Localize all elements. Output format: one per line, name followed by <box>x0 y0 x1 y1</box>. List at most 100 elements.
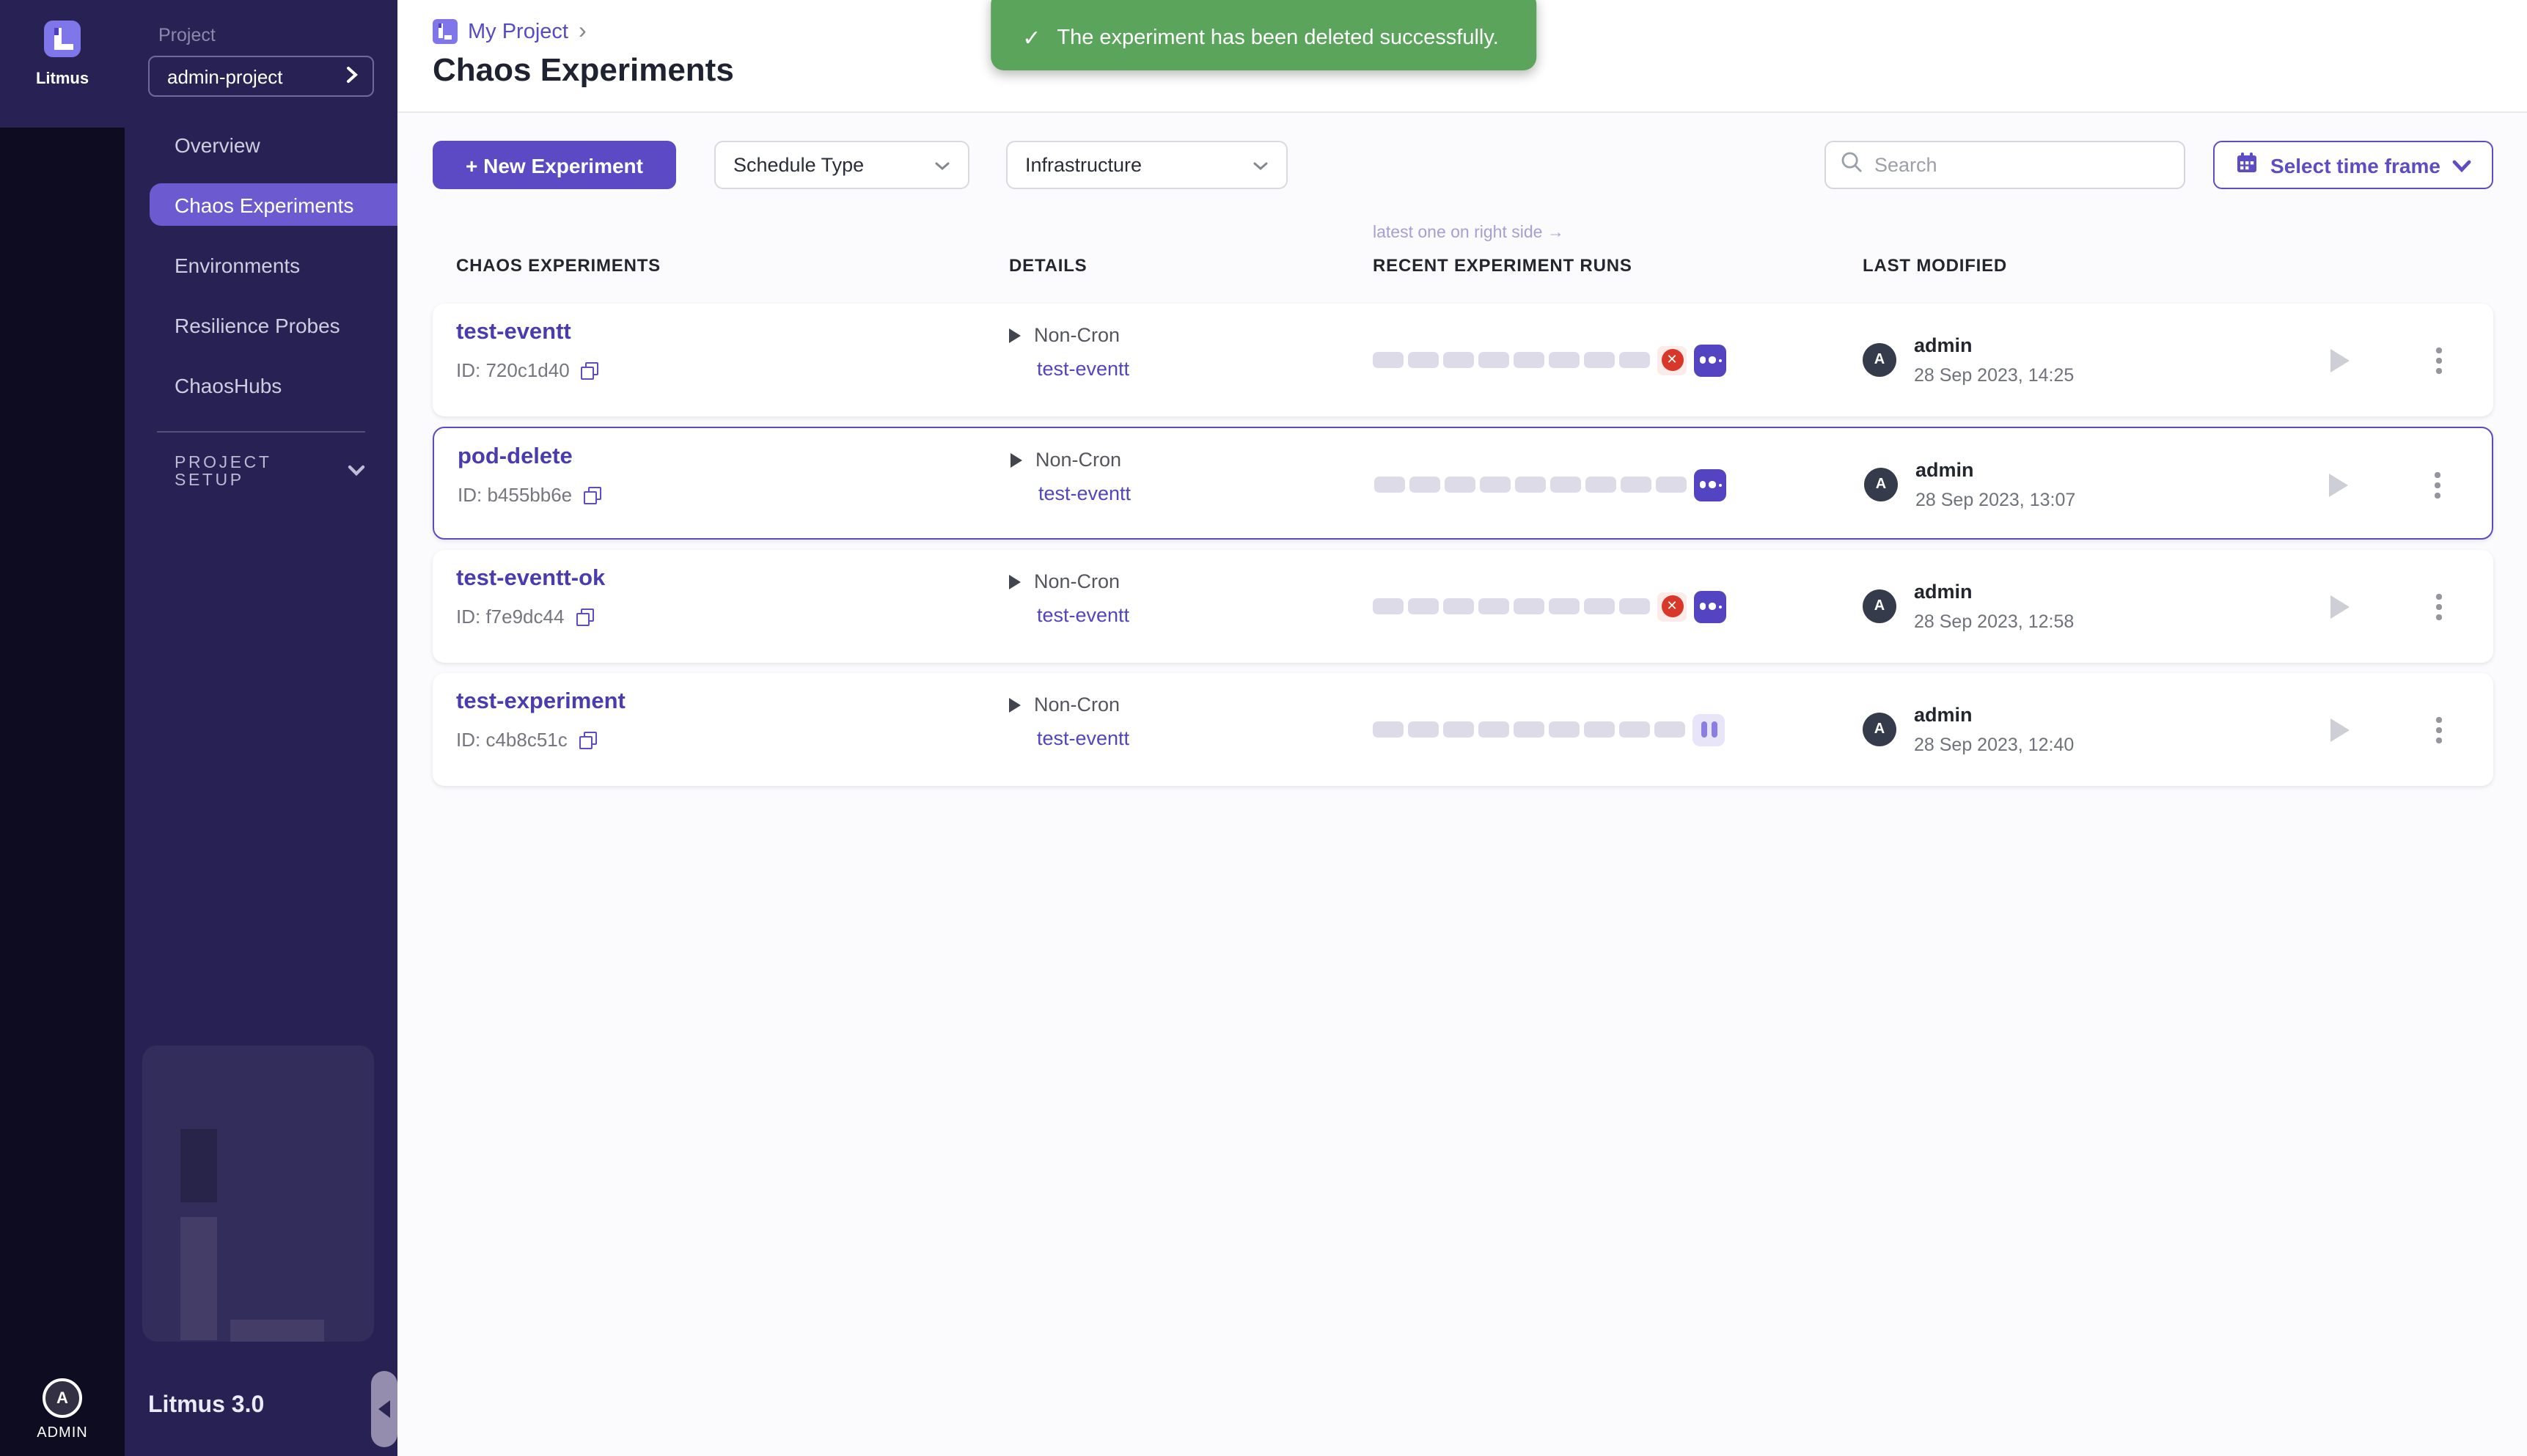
infrastructure-link[interactable]: test-eventt <box>1037 727 1129 749</box>
toast-message: The experiment has been deleted successf… <box>1057 26 1498 50</box>
sidebar-nav: Overview Chaos Experiments EnvironmentsRes… <box>125 114 397 415</box>
play-icon <box>1011 452 1022 467</box>
run-experiment-button[interactable] <box>2330 349 2350 372</box>
play-icon <box>1009 697 1021 712</box>
sidebar-item-overview[interactable]: Overview <box>125 114 397 174</box>
sidebar-item-chaos-experiments[interactable]: Chaos Experiments <box>150 183 397 226</box>
experiment-name-link[interactable]: test-experiment <box>456 689 626 716</box>
breadcrumb: My Project › <box>433 19 587 44</box>
avatar: A <box>1863 589 1896 623</box>
last-modified-cell: A admin 28 Sep 2023, 14:25 <box>1863 304 2074 416</box>
experiment-name-link[interactable]: test-eventt-ok <box>456 566 605 592</box>
experiment-name-link[interactable]: test-eventt <box>456 320 599 346</box>
sidebar-item-chaoshubs[interactable]: ChaosHubs <box>125 355 397 415</box>
run-placeholder <box>1478 721 1509 738</box>
run-placeholder <box>1619 352 1650 368</box>
run-placeholder <box>1514 721 1544 738</box>
kebab-menu-icon[interactable] <box>2429 711 2449 749</box>
breadcrumb-project-link[interactable]: My Project <box>468 20 568 43</box>
run-placeholder <box>1619 598 1650 614</box>
search-box <box>1824 141 2185 189</box>
experiment-details-cell: Non-Cron test-eventt <box>1009 324 1129 380</box>
failed-run-icon[interactable]: ✕ <box>1657 345 1687 375</box>
experiment-name-cell: pod-delete ID: b455bb6e <box>458 444 601 506</box>
modified-by: admin <box>1914 704 2074 726</box>
play-icon <box>1009 328 1021 342</box>
run-placeholder <box>1654 721 1685 738</box>
experiment-row[interactable]: test-experiment ID: c4b8c51c Non-Cron te… <box>433 673 2493 786</box>
run-placeholder <box>1549 352 1580 368</box>
run-placeholder <box>1478 598 1509 614</box>
infrastructure-select[interactable]: Infrastructure <box>1006 141 1288 189</box>
experiment-name-link[interactable]: pod-delete <box>458 444 601 471</box>
chevron-down-icon <box>2452 153 2471 177</box>
search-icon <box>1841 150 1863 180</box>
kebab-menu-icon[interactable] <box>2427 466 2448 504</box>
run-experiment-button[interactable] <box>2329 474 2348 497</box>
brand-strip: Litmus A ADMIN <box>0 0 125 1456</box>
copy-icon[interactable] <box>576 608 593 625</box>
recent-runs-cell: ✕ <box>1373 550 1726 663</box>
experiment-name-cell: test-eventt ID: 720c1d40 <box>456 320 599 381</box>
run-experiment-button[interactable] <box>2330 595 2350 619</box>
experiment-id: ID: b455bb6e <box>458 484 572 506</box>
sidebar-divider <box>157 431 365 433</box>
check-icon: ✓ <box>1022 25 1041 51</box>
modified-date: 28 Sep 2023, 12:40 <box>1914 735 2074 755</box>
paused-run-icon[interactable] <box>1692 713 1725 746</box>
run-placeholder <box>1373 721 1404 738</box>
recent-runs-cell <box>1373 673 1725 786</box>
schedule-type: Non-Cron <box>1034 324 1120 346</box>
experiment-details-cell: Non-Cron test-eventt <box>1011 449 1131 504</box>
user-avatar[interactable]: A <box>43 1378 82 1418</box>
column-header-runs: RECENT EXPERIMENT RUNS <box>1373 255 1632 276</box>
sidebar: Project admin-project OverviewChaos Expe… <box>125 0 397 1456</box>
schedule-type: Non-Cron <box>1035 449 1121 471</box>
infrastructure-link[interactable]: test-eventt <box>1038 482 1131 504</box>
schedule-type: Non-Cron <box>1034 570 1120 592</box>
brand-label: Litmus <box>0 70 125 88</box>
schedule-type-select[interactable]: Schedule Type <box>714 141 969 189</box>
run-placeholder <box>1656 477 1687 493</box>
run-placeholder <box>1408 352 1439 368</box>
collapse-sidebar-icon[interactable] <box>371 1371 397 1447</box>
chevron-down-icon <box>1253 154 1269 176</box>
run-placeholder <box>1550 477 1581 493</box>
running-run-icon[interactable] <box>1694 344 1726 376</box>
project-name: admin-project <box>167 65 283 87</box>
sidebar-item-resilience-probes[interactable]: Resilience Probes <box>125 295 397 355</box>
run-placeholder <box>1549 598 1580 614</box>
copy-icon[interactable] <box>582 361 599 379</box>
infrastructure-link[interactable]: test-eventt <box>1037 604 1129 626</box>
schedule-type: Non-Cron <box>1034 694 1120 716</box>
sidebar-item-environments[interactable]: Environments <box>125 235 397 295</box>
select-timeframe-button[interactable]: Select time frame <box>2213 141 2493 189</box>
run-placeholder <box>1621 477 1651 493</box>
run-placeholder <box>1514 352 1544 368</box>
new-experiment-button[interactable]: + New Experiment <box>433 141 676 189</box>
last-modified-cell: A admin 28 Sep 2023, 12:40 <box>1863 673 2074 786</box>
search-input[interactable] <box>1874 154 2169 176</box>
copy-icon[interactable] <box>584 486 601 504</box>
run-placeholder <box>1408 598 1439 614</box>
run-experiment-button[interactable] <box>2330 718 2350 742</box>
experiment-row[interactable]: test-eventt ID: 720c1d40 Non-Cron test-e… <box>433 304 2493 416</box>
running-run-icon[interactable] <box>1694 590 1726 622</box>
brand-strip-top: Litmus <box>0 0 125 128</box>
kebab-menu-icon[interactable] <box>2429 342 2449 380</box>
project-setup-toggle[interactable]: PROJECT SETUP <box>175 455 365 490</box>
copy-icon[interactable] <box>579 731 597 749</box>
failed-run-icon[interactable]: ✕ <box>1657 592 1687 621</box>
experiment-details-cell: Non-Cron test-eventt <box>1009 694 1129 749</box>
kebab-menu-icon[interactable] <box>2429 588 2449 626</box>
experiment-row[interactable]: test-eventt-ok ID: f7e9dc44 Non-Cron tes… <box>433 550 2493 663</box>
run-placeholder <box>1480 477 1511 493</box>
infrastructure-link[interactable]: test-eventt <box>1037 358 1129 380</box>
experiment-row[interactable]: pod-delete ID: b455bb6e Non-Cron test-ev… <box>433 427 2493 540</box>
avatar: A <box>1864 468 1898 501</box>
run-placeholder <box>1549 721 1580 738</box>
running-run-icon[interactable] <box>1694 468 1726 501</box>
project-selector[interactable]: admin-project <box>148 56 374 97</box>
experiment-details-cell: Non-Cron test-eventt <box>1009 570 1129 626</box>
success-toast: ✓ The experiment has been deleted succes… <box>990 0 1537 70</box>
